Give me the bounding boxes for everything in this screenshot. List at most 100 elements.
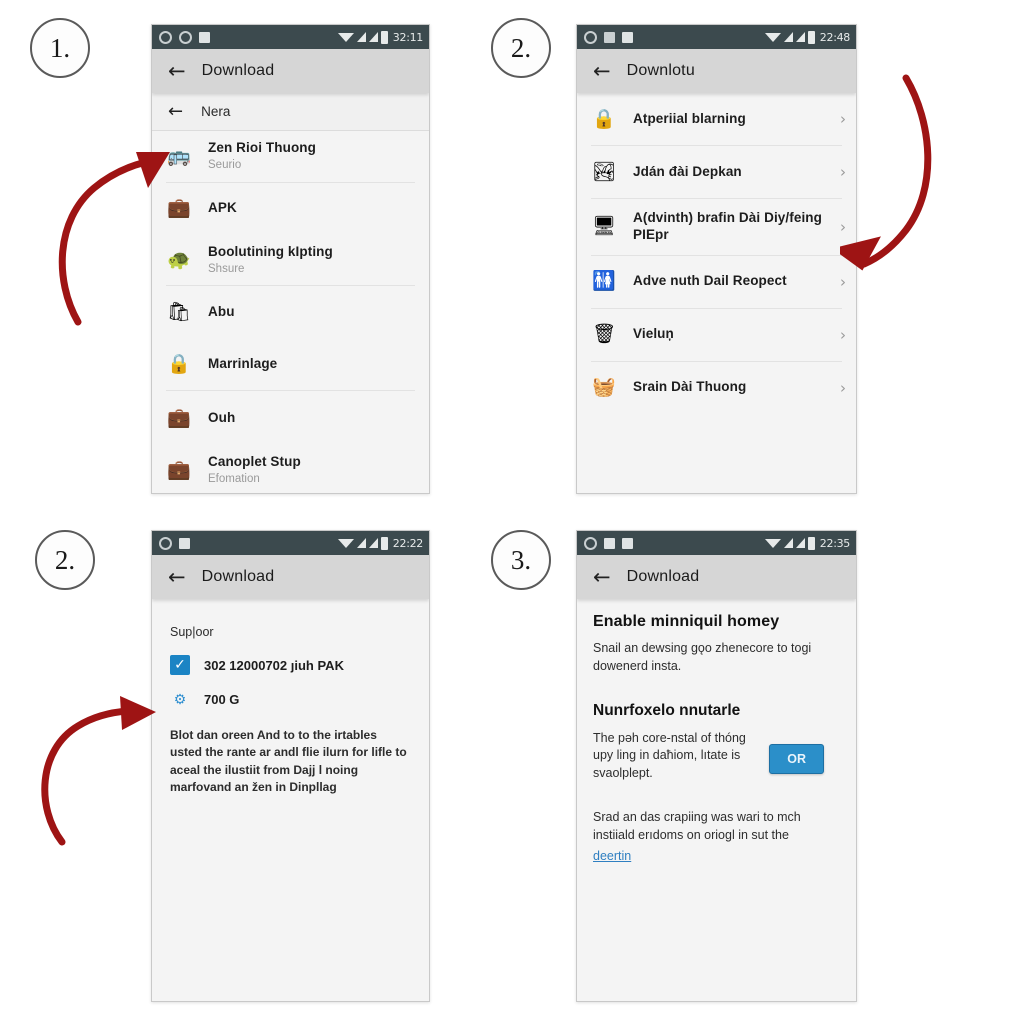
list-item[interactable]: 💼 Ouh [152,391,429,445]
list-item-title: Abu [208,303,235,319]
signal-icon-1 [356,538,366,548]
back-arrow-icon-1[interactable]: ← [168,60,186,82]
section-paragraph-3: Srad an das crapiing was wari to mch ins… [593,809,801,842]
status-bar-4-left-icons [584,536,633,550]
app-bar-2: ← Downlotu [577,49,856,93]
app-icon [622,31,633,43]
checkbox-label: 302 12000702 ȷiuh PAK [204,657,344,673]
status-bar-4-time: 22:35 [819,536,851,550]
tutorial-canvas: 1. 2. 2. 3. 32:11 ← Download ← Nera 🚌 Ze… [0,0,1024,1024]
step-number-3: 3. [491,530,551,590]
checkbox-checked-icon[interactable]: ✓ [170,655,190,675]
list-item[interactable]: 🧺 Srain Dài Thuong › [577,362,856,414]
list-item-title: APK [208,200,237,216]
signal-icon-1 [783,538,793,548]
section-paragraph-2: The pəh core-nstal of thóng upy ling in … [593,730,746,781]
size-row[interactable]: ⚙ 700 G [170,689,411,709]
list-item-subtitle: Seurio [208,158,242,171]
app-bar-4: ← Download [577,555,856,599]
section-label: Sup|oor [170,625,214,639]
wifi-icon [764,538,781,548]
app-bar-1-title: Download [201,62,275,79]
signal-icon-1 [356,32,366,42]
briefcase-icon: 💼 [167,198,191,220]
list-item[interactable]: 🖥 A(dvinth) brafin Dài Diy/feing PIEpr › [577,199,856,255]
back-arrow-icon-4[interactable]: ← [593,566,611,588]
list-item[interactable]: 🏞 Jdán đài Depkan › [577,146,856,198]
more-info-link[interactable]: deertin [593,849,631,863]
status-bar-2-time: 22:48 [819,30,851,44]
list-item-title: Vieluņ [633,326,674,342]
chevron-right-icon: › [840,217,846,236]
list-item-title: Canoplet Stup [208,454,301,470]
checkbox-row[interactable]: ✓ 302 12000702 ȷiuh PAK [170,655,411,675]
back-arrow-icon-2[interactable]: ← [593,60,611,82]
sub-bar-1: ← Nera [152,93,429,131]
app-icon-1 [604,537,615,549]
list-item[interactable]: 🚌 Zen Rioi Thuong Seurio [152,131,429,182]
panel-3-body: Sup|oor ✓ 302 12000702 ȷiuh PAK ⚙ 700 G … [152,599,429,797]
list-item[interactable]: 🔒 Marrinlage [152,338,429,390]
step-number-2-topright-label: 2. [510,32,532,63]
monitor-icon: 🖥 [591,216,617,238]
list-item[interactable]: 🔒 Atperiial blarning › [577,93,856,145]
sync-icon [584,30,597,44]
android-icon: 🐢 [167,249,191,271]
annotation-arrow-2 [840,74,932,271]
settings-gear-icon: ⚙ [173,690,187,707]
description-paragraph: Blot dan oreen And to to the irtables us… [170,728,407,795]
sub-bar-1-title: Nera [201,104,231,119]
lock-icon: 🔒 [592,108,616,130]
settings-list-2: 🔒 Atperiial blarning › 🏞 Jdán đài Depkan… [577,93,856,414]
folder-icon: 💼 [167,407,191,429]
list-item-title: A(dvinth) brafin Dài Diy/feing PIEpr [633,210,823,242]
panel-4-body: Enable minniquil homey Snail an dewsing … [577,599,856,865]
list-item[interactable]: 🛍 Abu [152,286,429,338]
back-arrow-icon-3[interactable]: ← [168,566,186,588]
signal-icon-2 [795,538,805,548]
app-bar-2-title: Downlotu [626,62,695,79]
case-icon: 💼 [167,460,191,482]
list-item[interactable]: 💼 APK [152,183,429,235]
status-bar-3-time: 22:22 [392,536,424,550]
section-heading-1: Enable minniquil homey [593,613,780,630]
list-item-title: Ouh [208,409,236,425]
list-item-title: Boolutining kIpting [208,243,333,259]
status-bar-2-left-icons [584,30,633,44]
app-bar-3-title: Download [201,568,275,585]
sub-bar-back-arrow-icon[interactable]: ← [168,102,183,121]
status-bar-3: 22:22 [152,531,429,555]
image-icon: 🏞 [591,161,617,183]
list-item[interactable]: 🐢 Boolutining kIpting Shsure [152,235,429,286]
phone-screenshot-2: 22:48 ← Downlotu 🔒 Atperiial blarning › … [576,24,857,494]
list-item[interactable]: 💼 Canoplet Stup Efomation [152,445,429,493]
step-number-3-label: 3. [510,544,532,575]
chevron-right-icon: › [840,325,846,344]
list-item[interactable]: 🗑 Vieluņ › [577,309,856,361]
chevron-right-icon: › [840,110,846,128]
lock-icon: 🔒 [167,353,191,375]
list-item[interactable]: 🚻 Adve nuth Dail Reopect › [577,256,856,308]
annotation-arrow-3 [41,696,156,846]
phone-screenshot-3: 22:22 ← Download Sup|oor ✓ 302 12000702 … [151,530,430,1002]
battery-icon [807,536,815,550]
basket-icon: 🧺 [592,377,616,399]
ok-button[interactable]: OR [769,743,824,774]
app-bar-3: ← Download [152,555,429,599]
status-bar-1: 32:11 [152,25,429,49]
app-bar-4-title: Download [626,568,700,585]
step-number-2-topright: 2. [491,18,551,78]
step-number-2-bottomleft-label: 2. [54,544,76,575]
size-label: 700 G [204,691,240,707]
step-number-1: 1. [30,18,90,78]
sync-icon [584,536,597,550]
sync-icon [159,536,172,550]
list-item-title: Marrinlage [208,355,278,371]
status-bar-4: 22:35 [577,531,856,555]
status-bar-2: 22:48 [577,25,856,49]
location-icon [179,30,192,44]
battery-icon [380,30,388,44]
step-number-2-bottomleft: 2. [35,530,95,590]
list-item-title: Atperiial blarning [633,110,746,126]
status-bar-3-left-icons [159,536,190,550]
